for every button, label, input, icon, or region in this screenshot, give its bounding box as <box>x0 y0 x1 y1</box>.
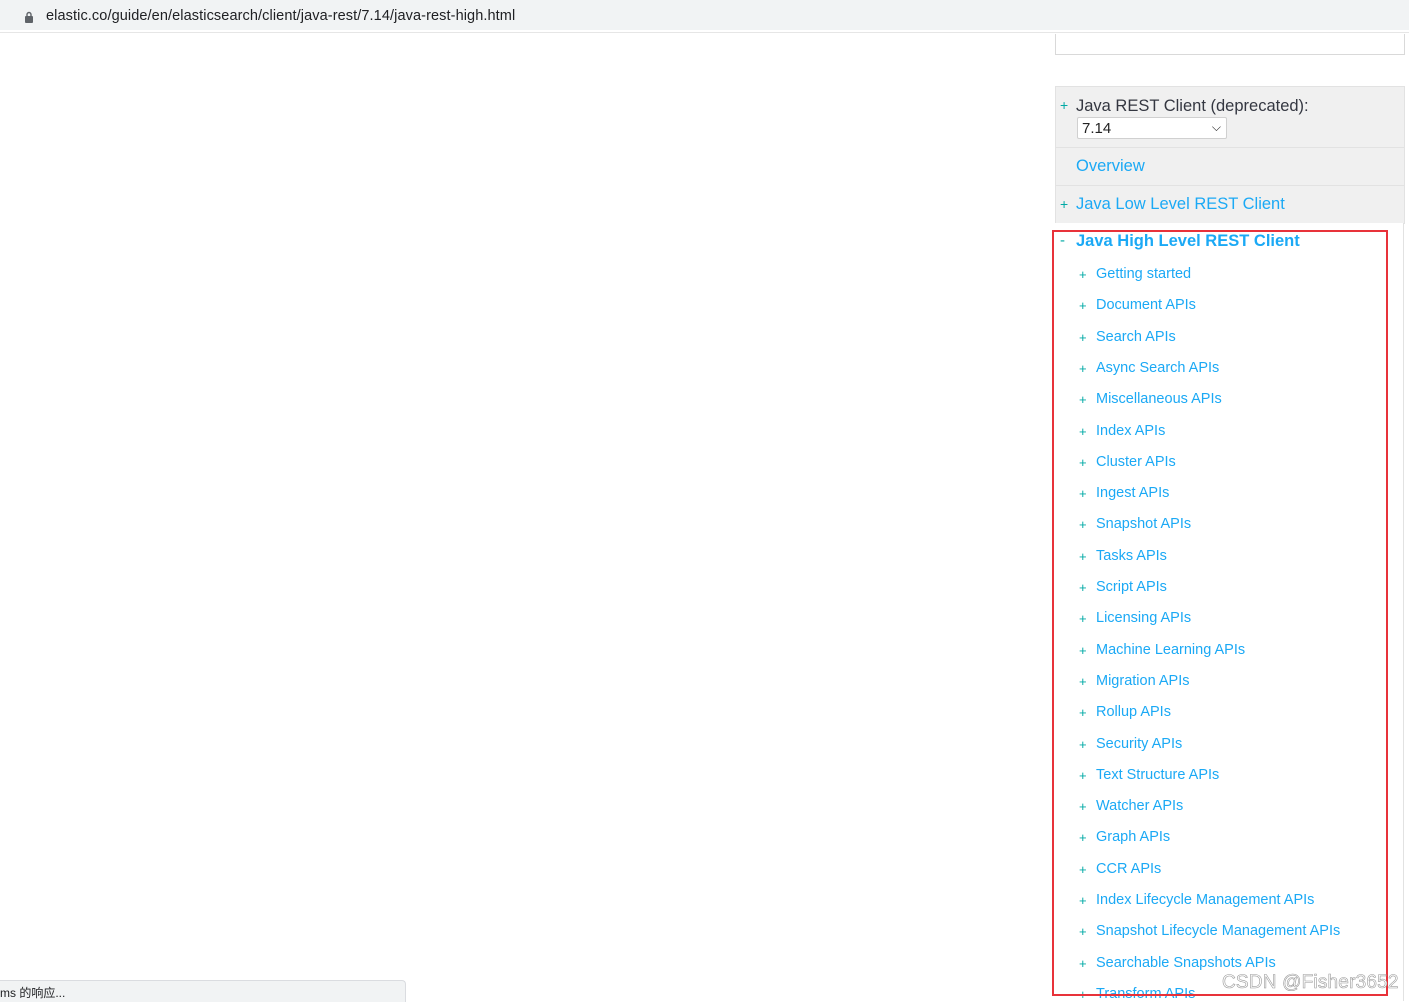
expand-icon[interactable]: + <box>1079 330 1087 345</box>
list-item-label[interactable]: Document APIs <box>1096 297 1196 313</box>
expand-icon[interactable]: + <box>1079 549 1087 564</box>
list-item-label[interactable]: Graph APIs <box>1096 829 1170 845</box>
expand-icon[interactable]: + <box>1079 674 1087 689</box>
list-item-label[interactable]: Cluster APIs <box>1096 454 1176 470</box>
list-item-label[interactable]: Ingest APIs <box>1096 485 1169 501</box>
list-item-label[interactable]: Text Structure APIs <box>1096 767 1219 783</box>
expand-icon[interactable]: + <box>1079 768 1087 783</box>
expand-icon[interactable]: + <box>1079 799 1087 814</box>
version-select[interactable]: 7.14 ⌵ <box>1077 117 1227 139</box>
chevron-down-icon: ⌵ <box>1211 120 1221 134</box>
expand-icon[interactable]: + <box>1079 956 1087 971</box>
status-text: ms 的响应... <box>0 986 66 1000</box>
expand-icon[interactable]: + <box>1079 987 1087 1002</box>
list-item-label[interactable]: Snapshot Lifecycle Management APIs <box>1096 923 1340 939</box>
lock-icon[interactable] <box>24 11 34 23</box>
expand-icon[interactable]: + <box>1079 392 1087 407</box>
list-item-label[interactable]: Async Search APIs <box>1096 360 1219 376</box>
status-bar: ms 的响应... <box>0 980 406 1002</box>
version-section-title: Java REST Client (deprecated): <box>1076 97 1309 115</box>
list-item-label[interactable]: Snapshot APIs <box>1096 516 1191 532</box>
high-level-section: - Java High Level REST Client + Getting s… <box>1055 223 1404 1002</box>
expand-icon[interactable]: + <box>1060 196 1068 212</box>
expand-icon[interactable]: + <box>1079 862 1087 877</box>
expand-icon[interactable]: + <box>1079 830 1087 845</box>
address-bar: elastic.co/guide/en/elasticsearch/client… <box>0 0 1409 30</box>
list-item-label[interactable]: Index APIs <box>1096 423 1165 439</box>
expand-icon[interactable]: + <box>1079 737 1087 752</box>
version-section: + Java REST Client (deprecated): 7.14 ⌵ <box>1055 86 1405 147</box>
list-item-label[interactable]: Script APIs <box>1096 579 1167 595</box>
list-item-label[interactable]: CCR APIs <box>1096 861 1161 877</box>
sidebar-search-box[interactable] <box>1055 34 1405 55</box>
high-level-title[interactable]: Java High Level REST Client <box>1076 232 1300 251</box>
sidebar-item-low-level[interactable]: + Java Low Level REST Client <box>1055 185 1405 224</box>
list-item-label[interactable]: Rollup APIs <box>1096 704 1171 720</box>
overview-link[interactable]: Overview <box>1076 157 1145 176</box>
watermark: CSDN @Fisher3652 <box>1222 972 1399 994</box>
list-item-label[interactable]: Licensing APIs <box>1096 610 1191 626</box>
expand-icon[interactable]: + <box>1079 705 1087 720</box>
version-select-value: 7.14 <box>1082 120 1112 137</box>
list-item-label[interactable]: Getting started <box>1096 266 1191 282</box>
list-item-label[interactable]: Miscellaneous APIs <box>1096 391 1222 407</box>
expand-icon[interactable]: + <box>1079 298 1087 313</box>
expand-icon[interactable]: + <box>1079 580 1087 595</box>
expand-icon[interactable]: + <box>1079 361 1087 376</box>
expand-icon[interactable]: + <box>1079 517 1087 532</box>
sidebar-item-overview[interactable]: Overview <box>1055 147 1405 185</box>
list-item-label[interactable]: Transform APIs <box>1096 986 1195 1002</box>
url-text: elastic.co/guide/en/elasticsearch/client… <box>46 8 516 24</box>
expand-icon[interactable]: + <box>1079 455 1087 470</box>
expand-icon[interactable]: + <box>1079 611 1087 626</box>
toolbar-divider <box>0 32 1409 33</box>
collapse-icon[interactable]: - <box>1060 232 1065 249</box>
low-level-link[interactable]: Java Low Level REST Client <box>1076 195 1285 214</box>
list-item-label[interactable]: Machine Learning APIs <box>1096 642 1245 658</box>
expand-icon[interactable]: + <box>1060 97 1068 113</box>
url-field[interactable]: elastic.co/guide/en/elasticsearch/client… <box>6 2 1409 28</box>
expand-icon[interactable]: + <box>1079 893 1087 908</box>
sidebar-nav: + Java REST Client (deprecated): 7.14 ⌵ … <box>1055 86 1405 224</box>
expand-icon[interactable]: + <box>1079 267 1087 282</box>
list-item-label[interactable]: Searchable Snapshots APIs <box>1096 955 1276 971</box>
expand-icon[interactable]: + <box>1079 486 1087 501</box>
list-item-label[interactable]: Search APIs <box>1096 329 1176 345</box>
list-item-label[interactable]: Tasks APIs <box>1096 548 1167 564</box>
list-item-label[interactable]: Index Lifecycle Management APIs <box>1096 892 1314 908</box>
list-item-label[interactable]: Watcher APIs <box>1096 798 1183 814</box>
expand-icon[interactable]: + <box>1079 924 1087 939</box>
list-item-label[interactable]: Migration APIs <box>1096 673 1190 689</box>
expand-icon[interactable]: + <box>1079 424 1087 439</box>
list-item-label[interactable]: Security APIs <box>1096 736 1182 752</box>
expand-icon[interactable]: + <box>1079 643 1087 658</box>
